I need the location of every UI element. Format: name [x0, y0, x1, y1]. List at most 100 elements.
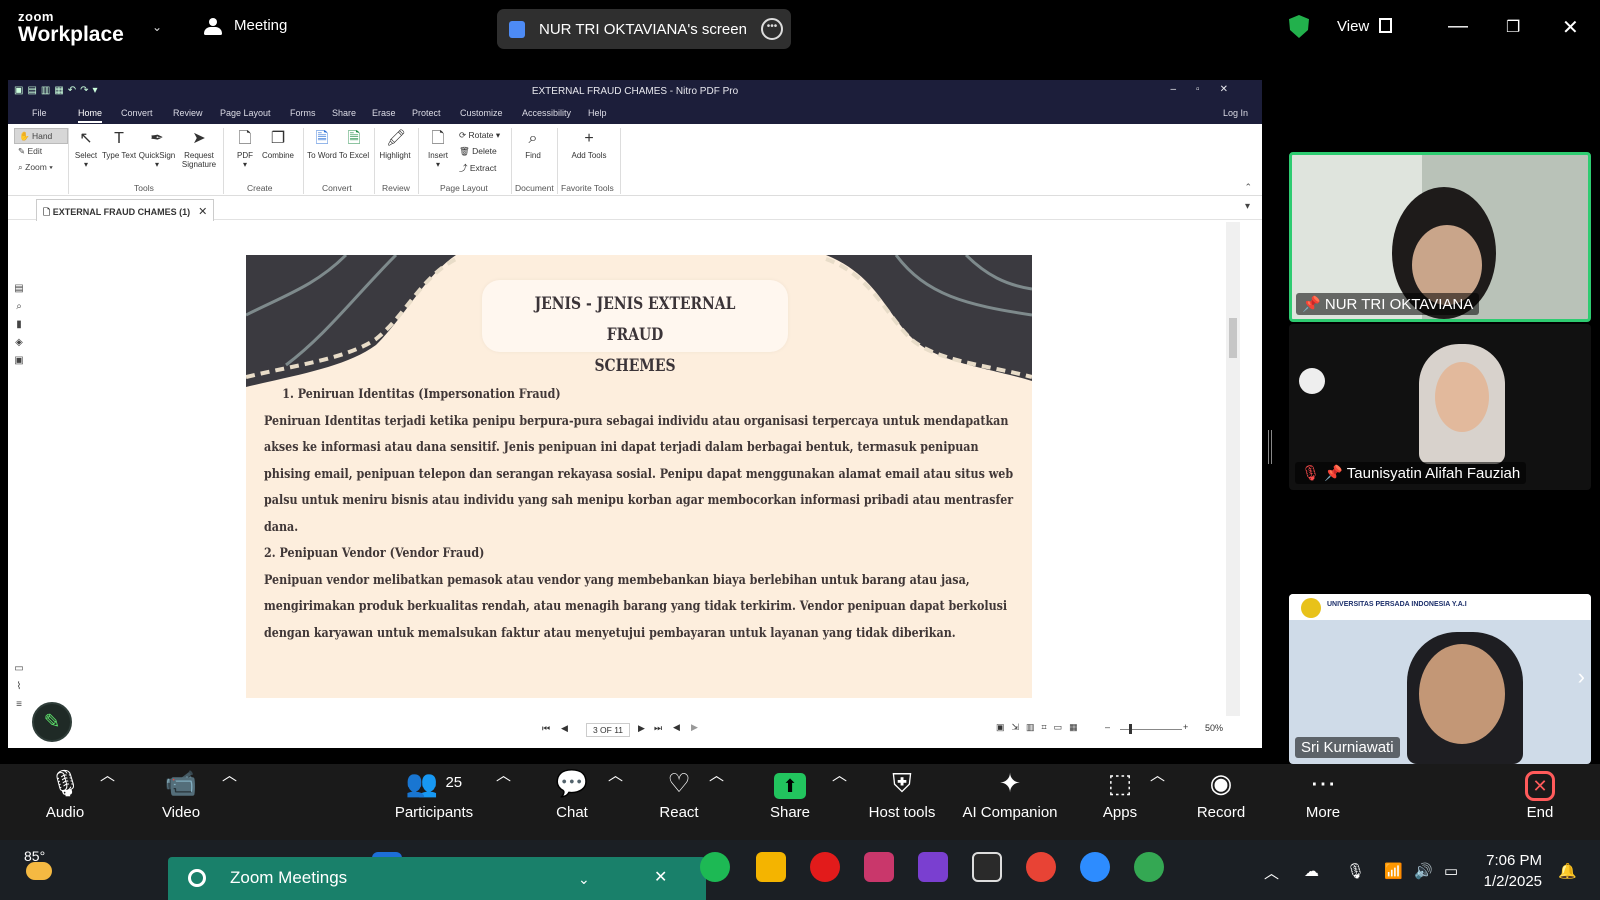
volume-icon[interactable]: 🔊: [1414, 862, 1433, 880]
react-options-caret[interactable]: ︿: [709, 764, 724, 785]
document-tab[interactable]: 🗋 EXTERNAL FRAUD CHAMES (1) ✕: [36, 199, 215, 221]
edit-tool[interactable]: ✎ Edit: [14, 144, 68, 160]
collapse-ribbon-icon[interactable]: ⌃: [1244, 182, 1252, 193]
annotate-pen-button[interactable]: ✎: [32, 702, 72, 742]
wifi-icon[interactable]: 📶: [1384, 862, 1403, 880]
share-options-caret[interactable]: ︿: [832, 764, 847, 785]
participants-options-caret[interactable]: ︿: [496, 764, 511, 785]
weather-temperature[interactable]: 85°: [24, 848, 45, 864]
menu-convert[interactable]: Convert: [121, 108, 153, 118]
tag-panel-icon[interactable]: ◈: [12, 334, 26, 352]
chat-button[interactable]: 💬 Chat: [552, 764, 592, 821]
hand-tool[interactable]: ✋ Hand: [14, 128, 68, 144]
view-grid-icon[interactable]: [1379, 18, 1392, 33]
ai-companion-button[interactable]: ✦ AI Companion: [960, 764, 1060, 821]
menu-customize[interactable]: Customize: [460, 108, 503, 118]
lock-panel-icon[interactable]: ▣: [12, 352, 26, 370]
menu-accessibility[interactable]: Accessibility: [522, 108, 571, 118]
encryption-shield-icon[interactable]: [1289, 15, 1309, 38]
menu-share[interactable]: Share: [332, 108, 356, 118]
show-hidden-icons[interactable]: ︿: [1264, 862, 1279, 883]
zoom-taskbar-icon[interactable]: [1080, 852, 1110, 882]
chat-options-caret[interactable]: ︿: [608, 764, 623, 785]
search-panel-icon[interactable]: ⌕: [12, 298, 26, 316]
opera-icon[interactable]: [810, 852, 840, 882]
video-tile-participant[interactable]: 🎙 📌 Taunisyatin Alifah Fauziah: [1289, 324, 1591, 490]
forward-view-icon[interactable]: ▶: [691, 722, 698, 733]
view-mode-icons[interactable]: ▣⇲▥⌗▭▦: [996, 722, 1085, 733]
system-clock[interactable]: 7:06 PM 1/2/2025: [1452, 850, 1542, 892]
video-tile-active-speaker[interactable]: 📌 NUR TRI OKTAVIANA: [1289, 152, 1591, 322]
notifications-bell-icon[interactable]: 🔔: [1558, 862, 1577, 880]
chrome-icon[interactable]: [1026, 852, 1056, 882]
video-options-caret[interactable]: ︿: [222, 764, 237, 785]
first-page-icon[interactable]: ⏮: [542, 723, 550, 734]
weather-icon[interactable]: [26, 862, 52, 880]
back-view-icon[interactable]: ◀: [673, 722, 680, 733]
next-page-icon[interactable]: ▶: [638, 723, 645, 734]
apps-button[interactable]: ⬚ Apps: [1100, 764, 1140, 821]
spotify-icon[interactable]: [700, 852, 730, 882]
request-signature-button[interactable]: ➤ Request Signature: [179, 130, 219, 169]
pages-panel-icon[interactable]: ▤: [12, 280, 26, 298]
rotate-button[interactable]: ⟳ Rotate ▾: [459, 130, 500, 141]
highlight-button[interactable]: 🖍 Highlight: [375, 130, 415, 160]
panel-resize-handle[interactable]: [1268, 430, 1272, 464]
menu-help[interactable]: Help: [588, 108, 607, 118]
end-meeting-button[interactable]: ✕ End: [1520, 764, 1560, 821]
menu-erase[interactable]: Erase: [372, 108, 396, 118]
video-button[interactable]: 📹 Video: [155, 764, 207, 821]
nitro-window-controls[interactable]: –▫✕: [1171, 84, 1249, 95]
type-text-button[interactable]: T Type Text: [99, 130, 139, 160]
viewing-screen-pill[interactable]: NUR TRI OKTAVIANA's screen •••: [497, 9, 791, 49]
layers-panel-icon[interactable]: ≡: [12, 696, 26, 714]
chrome-profile-icon[interactable]: [1134, 852, 1164, 882]
record-button[interactable]: ◉ Record: [1194, 764, 1248, 821]
share-button[interactable]: ⬆ Share: [767, 764, 813, 821]
apps-options-caret[interactable]: ︿: [1150, 764, 1165, 785]
close-tab-icon[interactable]: ✕: [198, 206, 207, 218]
login-link[interactable]: Log In: [1223, 108, 1248, 118]
restore-icon[interactable]: ❐: [1506, 17, 1520, 37]
menu-file[interactable]: File: [32, 108, 47, 118]
meeting-info-button[interactable]: Meeting: [204, 17, 287, 35]
find-button[interactable]: ⌕ Find: [513, 130, 553, 160]
view-button[interactable]: View: [1337, 18, 1369, 35]
menu-page-layout[interactable]: Page Layout: [220, 108, 271, 118]
extract-button[interactable]: ⤴ Extract: [459, 162, 496, 174]
to-excel-button[interactable]: 🗎 To Excel: [334, 130, 374, 160]
close-icon[interactable]: ✕: [1562, 15, 1579, 40]
menu-home[interactable]: Home: [78, 108, 103, 123]
participants-button[interactable]: 👥 25 Participants: [393, 764, 475, 821]
zoom-level[interactable]: 50%: [1205, 723, 1223, 733]
add-tools-button[interactable]: + Add Tools: [569, 130, 609, 160]
previous-page-icon[interactable]: ◀: [561, 723, 568, 734]
react-button[interactable]: ♡ React: [658, 764, 700, 821]
minimize-icon[interactable]: —: [1448, 15, 1468, 38]
tab-list-dropdown-icon[interactable]: ▾: [1245, 201, 1250, 212]
menu-protect[interactable]: Protect: [412, 108, 441, 118]
close-preview-icon[interactable]: ✕: [654, 867, 667, 887]
zoom-tool[interactable]: ⌕ Zoom ▾: [14, 160, 68, 176]
chevron-down-icon[interactable]: ⌄: [152, 20, 162, 34]
audio-button[interactable]: 🎙 Audio: [40, 764, 90, 821]
audio-options-caret[interactable]: ︿: [100, 764, 115, 785]
combine-button[interactable]: ❐ Combine: [258, 130, 298, 160]
comments-panel-icon[interactable]: ▭: [12, 660, 26, 678]
zoom-in-icon[interactable]: +: [1183, 722, 1188, 732]
kampus-merdeka-icon[interactable]: [918, 852, 948, 882]
menu-review[interactable]: Review: [173, 108, 203, 118]
zoom-meetings-taskbar-preview[interactable]: Zoom Meetings ⌄ ✕: [168, 857, 706, 900]
scrollbar-thumb[interactable]: [1229, 318, 1237, 358]
bookmark-panel-icon[interactable]: ▮: [12, 316, 26, 334]
chevron-down-icon[interactable]: ⌄: [578, 871, 590, 888]
delete-button[interactable]: 🗑 Delete: [459, 146, 497, 157]
quicksign-button[interactable]: ✒ QuickSign ▾: [137, 130, 177, 169]
zoom-out-icon[interactable]: –: [1105, 722, 1110, 732]
last-page-icon[interactable]: ⏭: [654, 723, 662, 734]
attachments-panel-icon[interactable]: ⌇: [12, 678, 26, 696]
snipping-tool-icon[interactable]: [864, 852, 894, 882]
file-explorer-icon[interactable]: [756, 852, 786, 882]
app-icon[interactable]: [972, 852, 1002, 882]
more-button[interactable]: ⋯ More: [1303, 764, 1343, 821]
